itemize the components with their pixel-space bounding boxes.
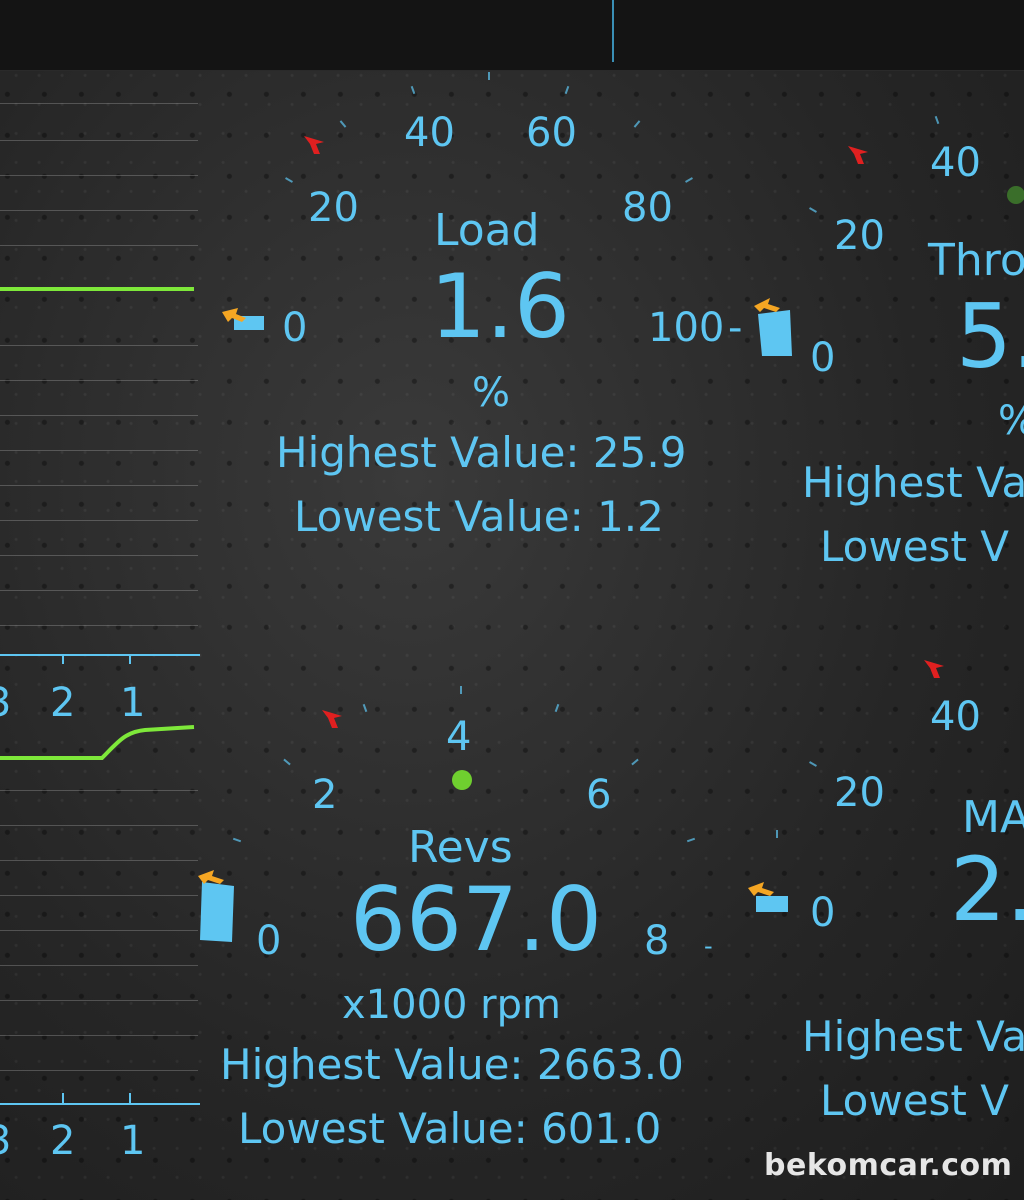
load-tick-40: 40	[404, 110, 455, 156]
revs-tick-2: 2	[312, 772, 338, 818]
grid-line	[0, 930, 198, 931]
load-tick-80: 80	[622, 185, 673, 231]
axis-label: 1	[120, 1118, 146, 1164]
grid-line	[0, 860, 198, 861]
revs-highest-value: Highest Value: 2663.0	[220, 1040, 684, 1089]
revs-title: Revs	[408, 822, 513, 873]
revs-value: 667.0	[350, 868, 602, 971]
time-axis-top	[0, 654, 200, 656]
grid-line	[0, 450, 198, 451]
indicator-dot-icon	[452, 770, 472, 790]
throttle-tick-20: 20	[834, 213, 885, 259]
map-tick-0: 0	[810, 890, 836, 936]
min-needle-icon	[222, 308, 264, 330]
max-marker-icon	[322, 710, 342, 728]
grid-line	[0, 245, 198, 246]
max-marker-icon	[848, 146, 868, 164]
axis-tick	[62, 654, 64, 664]
axis-tick	[129, 1093, 131, 1103]
revs-history-line	[0, 725, 195, 760]
map-highest-value: Highest Va	[802, 1012, 1024, 1061]
map-value: 2.	[950, 838, 1024, 941]
gauge-minor-tick	[460, 686, 462, 694]
current-needle-icon	[198, 870, 234, 942]
current-needle-icon	[754, 298, 792, 356]
grid-line	[0, 210, 198, 211]
gauge-minor-tick	[488, 72, 490, 80]
revs-tick-0: 0	[256, 918, 282, 964]
grid-line	[0, 555, 198, 556]
gauge-minor-tick	[776, 830, 778, 838]
throttle-unit: %	[998, 398, 1024, 444]
load-tick-dash: -	[728, 305, 743, 351]
grid-line	[0, 520, 198, 521]
throttle-title: Thro	[928, 235, 1024, 286]
grid-line	[0, 1035, 198, 1036]
throttle-lowest-value: Lowest V	[820, 522, 1009, 571]
grid-line	[0, 790, 198, 791]
revs-tick-6: 6	[586, 772, 612, 818]
map-tick-40: 40	[930, 694, 981, 740]
grid-line	[0, 625, 198, 626]
load-history-line	[0, 287, 194, 291]
axis-tick	[129, 654, 131, 664]
revs-tick-dash: -	[704, 932, 713, 960]
grid-line	[0, 895, 198, 896]
load-tick-20: 20	[308, 185, 359, 231]
grid-line	[0, 485, 198, 486]
grid-line	[0, 175, 198, 176]
grid-line	[0, 380, 198, 381]
axis-label: 2	[50, 1118, 76, 1164]
revs-tick-8: 8	[644, 918, 670, 964]
top-bar-divider	[612, 0, 614, 62]
max-marker-icon	[924, 660, 944, 678]
revs-lowest-value: Lowest Value: 601.0	[238, 1104, 662, 1153]
load-value: 1.6	[430, 255, 570, 358]
map-tick-20: 20	[834, 770, 885, 816]
watermark: bekomcar.com	[764, 1148, 1013, 1183]
min-needle-icon	[748, 882, 788, 912]
grid-line	[0, 965, 198, 966]
indicator-dot-icon	[1007, 186, 1024, 204]
throttle-tick-40: 40	[930, 140, 981, 186]
throttle-value: 5.	[956, 285, 1024, 388]
revs-tick-4: 4	[446, 714, 472, 760]
axis-tick	[62, 1093, 64, 1103]
load-tick-100: 100	[648, 305, 725, 351]
grid-line	[0, 140, 198, 141]
load-highest-value: Highest Value: 25.9	[276, 428, 687, 477]
grid-line	[0, 415, 198, 416]
grid-line	[0, 103, 198, 104]
throttle-highest-value: Highest Va	[802, 458, 1024, 507]
time-axis-bottom	[0, 1103, 200, 1105]
load-lowest-value: Lowest Value: 1.2	[294, 492, 664, 541]
map-lowest-value: Lowest V	[820, 1076, 1009, 1125]
load-tick-0: 0	[282, 305, 308, 351]
load-title: Load	[434, 205, 540, 256]
grid-line	[0, 345, 198, 346]
load-unit: %	[472, 370, 511, 416]
max-marker-icon	[304, 136, 324, 154]
top-bar	[0, 0, 1024, 71]
revs-unit: x1000 rpm	[342, 982, 561, 1028]
axis-label: 3	[0, 1118, 11, 1164]
grid-line	[0, 825, 198, 826]
throttle-tick-0: 0	[810, 335, 836, 381]
grid-line	[0, 1070, 198, 1071]
grid-line	[0, 1000, 198, 1001]
grid-line	[0, 590, 198, 591]
map-title: MA	[962, 792, 1024, 843]
load-tick-60: 60	[526, 110, 577, 156]
